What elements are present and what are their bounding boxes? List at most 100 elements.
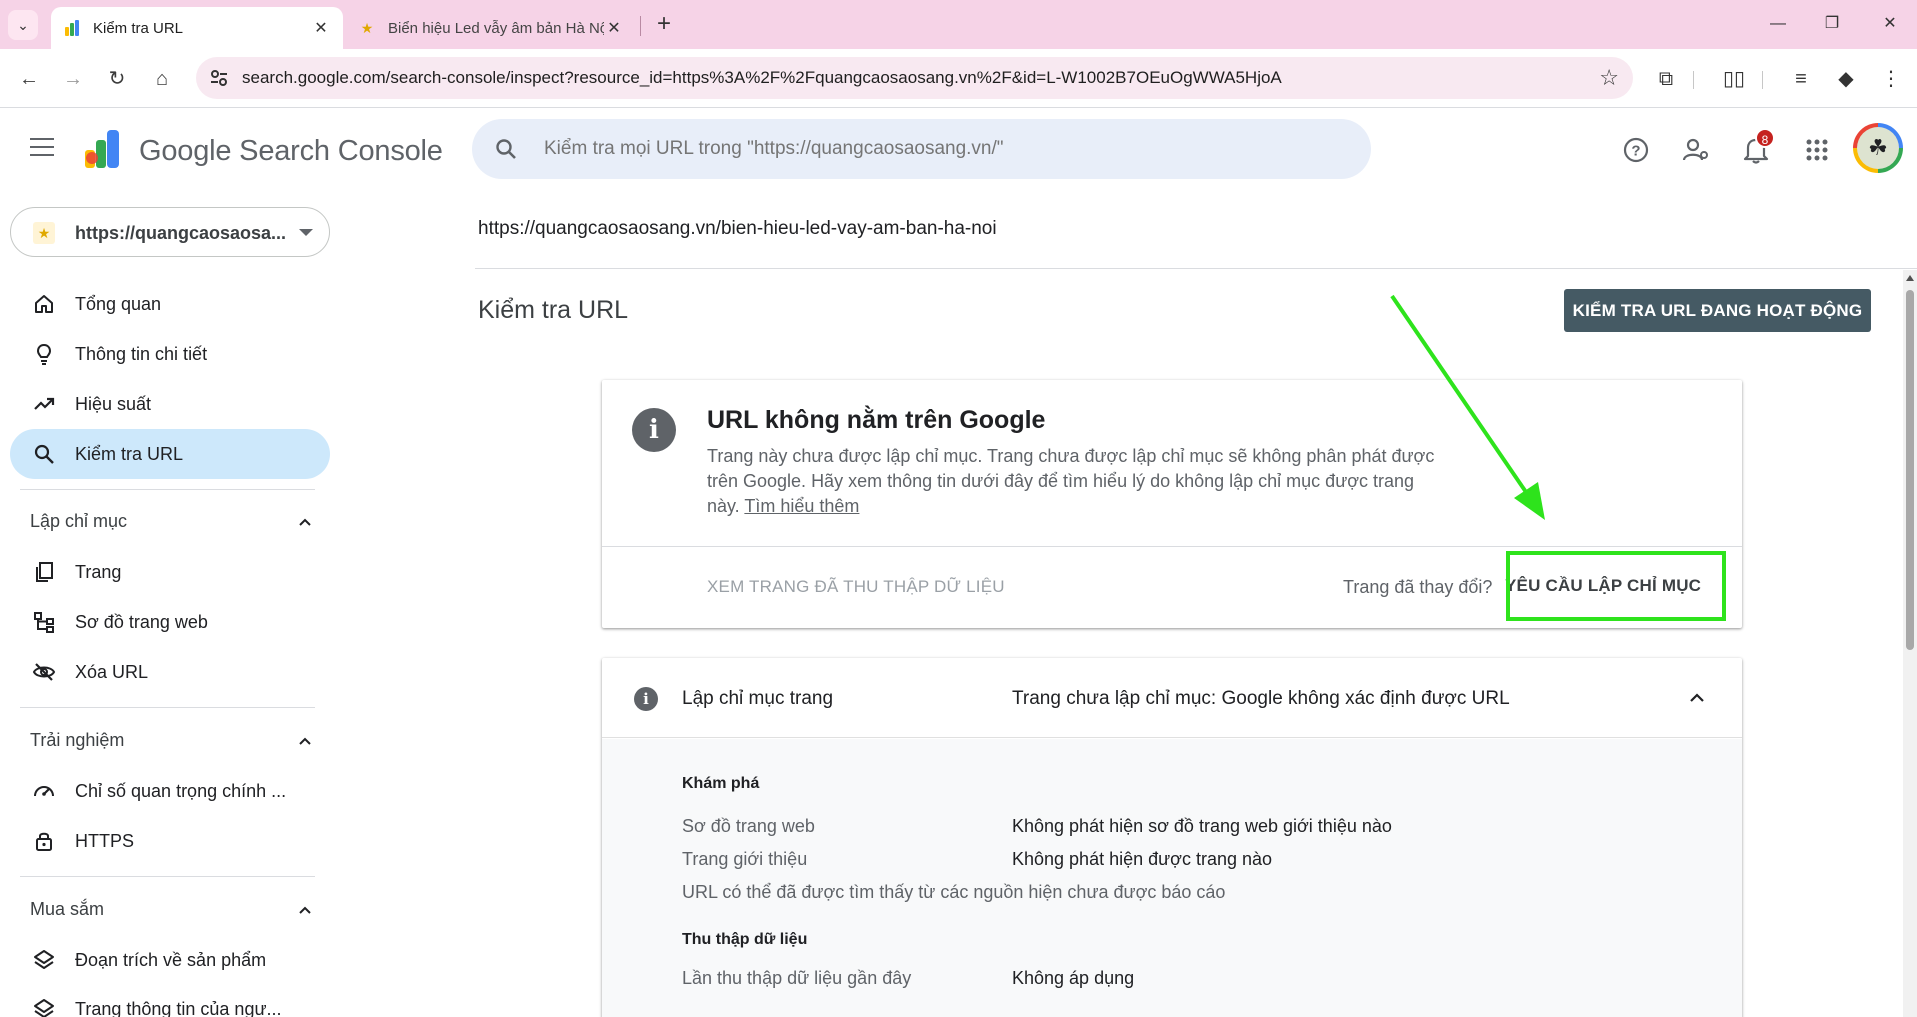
sidebar-item-removals[interactable]: Xóa URL: [10, 647, 330, 697]
close-window-icon[interactable]: ✕: [1870, 10, 1910, 38]
test-live-url-button[interactable]: KIỂM TRA URL ĐANG HOẠT ĐỘNG: [1564, 289, 1871, 332]
info-icon: i: [634, 687, 658, 711]
notification-count-badge: 8: [1755, 128, 1775, 148]
status-title: URL không nằm trên Google: [707, 406, 1046, 434]
status-description: Trang này chưa được lập chỉ mục. Trang c…: [707, 444, 1437, 519]
lock-icon: [36, 832, 52, 851]
property-selector[interactable]: ★ https://quangcaosaosa...: [10, 207, 330, 257]
tab-search-button[interactable]: ⌄: [8, 10, 38, 40]
url-status-card: i URL không nằm trên Google Trang này ch…: [602, 380, 1742, 628]
extensions-icon[interactable]: ⧉: [1650, 63, 1682, 95]
page-indexing-status: Trang chưa lập chỉ mục: Google không xác…: [1012, 688, 1510, 709]
sidebar-item-label: Trang: [75, 562, 122, 582]
dropdown-arrow-icon: [299, 229, 313, 236]
user-settings-icon[interactable]: [1680, 134, 1712, 166]
chevron-up-icon[interactable]: [298, 903, 312, 917]
app-name: Google Search Console: [139, 135, 443, 167]
pages-icon: [36, 562, 53, 582]
sidebar-item-label: Xóa URL: [75, 662, 149, 682]
forward-icon[interactable]: →: [58, 64, 88, 94]
sidebar-item-merchant-listings[interactable]: Trang thông tin của ngư...: [10, 984, 330, 1017]
view-crawled-page-button[interactable]: XEM TRANG ĐÃ THU THẬP DỮ LIỆU: [707, 577, 1005, 597]
home-icon[interactable]: ⌂: [147, 64, 177, 94]
apps-grid-icon[interactable]: [1801, 134, 1833, 166]
sidebar-item-label: Đoạn trích về sản phẩm: [75, 950, 267, 970]
section-experience-title[interactable]: Trải nghiệm: [30, 730, 124, 751]
layers-icon: [34, 950, 54, 969]
address-bar[interactable]: search.google.com/search-console/inspect…: [196, 57, 1633, 99]
page-indexing-label: Lập chỉ mục trang: [682, 688, 834, 709]
sidebar-item-product-snippets[interactable]: Đoạn trích về sản phẩm: [10, 935, 330, 985]
section-indexing-title[interactable]: Lập chỉ mục: [30, 511, 127, 532]
chrome-menu-icon[interactable]: ⋮: [1875, 63, 1907, 95]
sidebar-item-overview[interactable]: Tổng quan: [10, 279, 330, 329]
media-controls-icon[interactable]: ≡: [1785, 63, 1817, 95]
reload-icon[interactable]: ↻: [102, 64, 132, 94]
eye-off-icon: [32, 663, 56, 681]
sidebar-item-performance[interactable]: Hiệu suất: [10, 379, 330, 429]
close-tab-icon[interactable]: ✕: [311, 18, 331, 38]
sidebar-item-label: Chỉ số quan trọng chính ...: [75, 781, 287, 801]
content-divider: [475, 268, 1917, 269]
avatar-image: ☘: [1857, 127, 1899, 169]
toolbar-divider: [1762, 71, 1763, 89]
site-info-icon[interactable]: [208, 67, 230, 89]
trending-up-icon: [34, 397, 55, 410]
sidebar-item-insights[interactable]: Thông tin chi tiết: [10, 329, 330, 379]
help-icon[interactable]: ?: [1620, 134, 1652, 166]
sitemap-icon: [34, 612, 54, 633]
sidebar-item-label: Trang thông tin của ngư...: [75, 999, 282, 1017]
detail-value: Không áp dụng: [1012, 968, 1135, 988]
scroll-up-arrow-icon[interactable]: [1906, 275, 1914, 281]
home-icon: [35, 295, 53, 313]
svg-text:?: ?: [1631, 143, 1640, 160]
search-icon: [496, 139, 516, 159]
sidebar-item-url-inspection[interactable]: Kiểm tra URL: [10, 429, 330, 479]
sidebar-item-https[interactable]: HTTPS: [10, 816, 330, 866]
request-indexing-button[interactable]: YÊU CẦU LẬP CHỈ MỤC: [1505, 576, 1701, 596]
scrollbar-thumb[interactable]: [1906, 290, 1914, 650]
star-favicon-icon: ★: [360, 20, 374, 36]
page-changed-label: Trang đã thay đổi?: [1343, 577, 1493, 597]
account-avatar[interactable]: ☘: [1853, 123, 1903, 173]
close-tab-icon[interactable]: ✕: [604, 18, 624, 38]
search-console-logo: [85, 130, 119, 168]
search-console-favicon: [65, 20, 79, 36]
chevron-up-icon[interactable]: [1687, 688, 1707, 708]
learn-more-link[interactable]: Tìm hiểu thêm: [744, 496, 859, 516]
inspect-url-input[interactable]: [544, 119, 1344, 179]
sidebar-item-label: Kiểm tra URL: [75, 444, 184, 464]
main-menu-icon[interactable]: [30, 138, 54, 156]
sidebar-item-sitemaps[interactable]: Sơ đồ trang web: [10, 597, 330, 647]
new-tab-button[interactable]: +: [650, 11, 678, 39]
detail-label: Sơ đồ trang web: [682, 816, 815, 836]
gsc-header: Google Search Console ?: [0, 108, 1917, 188]
property-favicon: ★: [33, 222, 55, 244]
sidebar-item-pages[interactable]: Trang: [10, 547, 330, 597]
chevron-up-icon[interactable]: [298, 515, 312, 529]
detail-label: Lần thu thập dữ liệu gần đây: [682, 968, 912, 988]
sidebar-item-core-web-vitals[interactable]: Chỉ số quan trọng chính ...: [10, 766, 330, 816]
section-shopping-title[interactable]: Mua sắm: [30, 899, 104, 920]
tab-kiem-tra-url[interactable]: Kiểm tra URL ✕: [51, 7, 343, 49]
sidebar-item-label: Tổng quan: [75, 294, 162, 314]
detail-value: Không phát hiện sơ đồ trang web giới thi…: [1012, 816, 1392, 836]
back-icon[interactable]: ←: [14, 64, 44, 94]
tab-title: Kiểm tra URL: [93, 19, 184, 37]
chevron-up-icon[interactable]: [298, 734, 312, 748]
page-indexing-header[interactable]: i Lập chỉ mục trang Trang chưa lập chỉ m…: [602, 658, 1742, 738]
tab-bien-hieu-led[interactable]: ★ Biển hiệu Led vẫy âm bản Hà Nội ✕: [346, 7, 636, 49]
bookmark-star-icon[interactable]: ☆: [1599, 65, 1619, 91]
inspected-url: https://quangcaosaosang.vn/bien-hieu-led…: [478, 218, 997, 239]
reading-mode-icon[interactable]: ▯▯: [1718, 63, 1750, 95]
tab-title: Biển hiệu Led vẫy âm bản Hà Nội: [388, 19, 604, 37]
discovery-title: Khám phá: [682, 775, 760, 792]
page-title: Kiểm tra URL: [478, 296, 629, 324]
search-icon: [34, 444, 54, 464]
sidebar-item-label: Sơ đồ trang web: [75, 612, 208, 632]
restore-icon[interactable]: ❐: [1812, 10, 1852, 38]
minimize-icon[interactable]: —: [1758, 10, 1798, 38]
detail-label: Trang giới thiệu: [682, 849, 808, 869]
inspect-url-search[interactable]: [472, 119, 1371, 179]
profile-extension-icon[interactable]: ◆: [1830, 63, 1862, 95]
